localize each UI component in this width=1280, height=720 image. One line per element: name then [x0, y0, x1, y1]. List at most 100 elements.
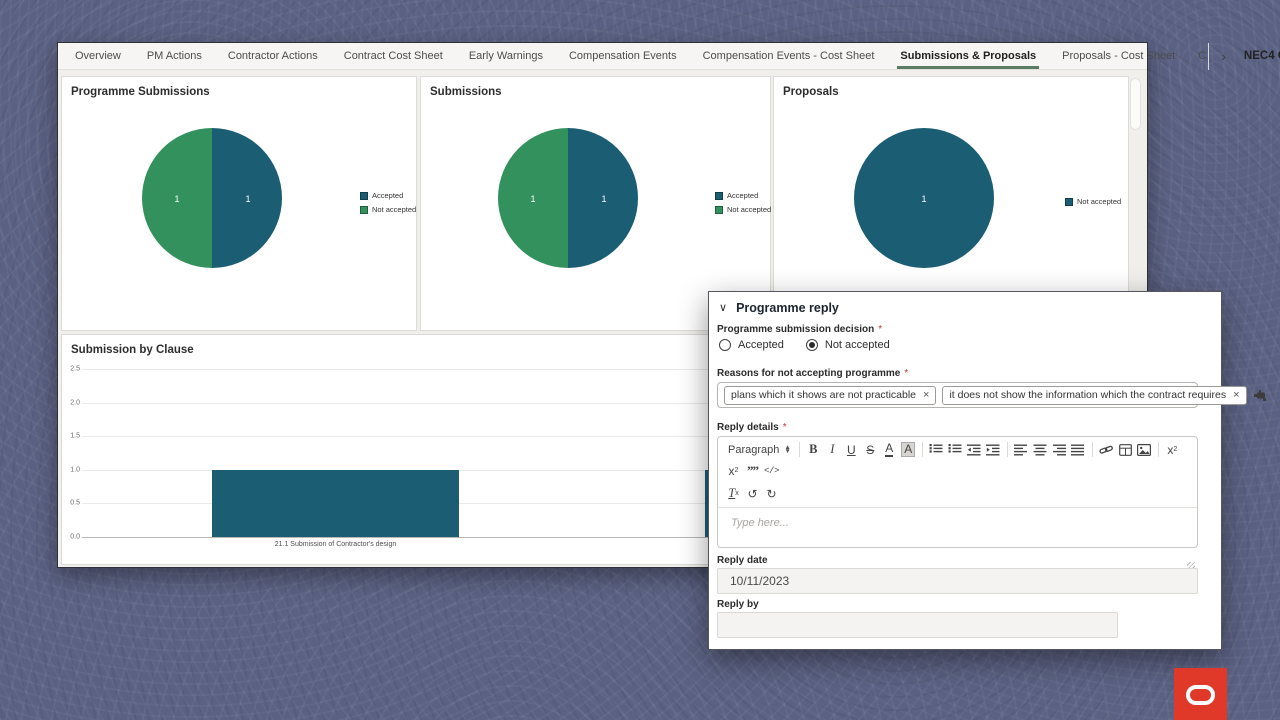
reason-chip-label: plans which it shows are not practicable: [731, 389, 916, 401]
editor-toolbar: Paragraph▲▼BIUSAAx2x2””</>Tx↺↻: [718, 437, 1197, 508]
legend-label: Not accepted: [1077, 197, 1121, 206]
bg-color-icon[interactable]: A: [899, 440, 918, 459]
toolbar-separator: [799, 442, 800, 457]
legend-item: Accepted: [715, 191, 771, 200]
legend-swatch: [715, 206, 723, 214]
paragraph-style-select[interactable]: Paragraph▲▼: [724, 444, 795, 456]
underline-icon[interactable]: U: [842, 440, 861, 459]
legend-item: Not accepted: [360, 205, 416, 214]
align-left-icon[interactable]: [1012, 440, 1031, 459]
decision-field-label: Programme submission decision*: [717, 323, 882, 335]
align-justify-icon[interactable]: [1069, 440, 1088, 459]
legend-item: Not accepted: [1065, 197, 1121, 206]
tab-compensation-events-cost-sheet[interactable]: Compensation Events - Cost Sheet: [690, 43, 888, 69]
reason-chip[interactable]: plans which it shows are not practicable…: [724, 386, 936, 405]
y-axis-tick: 2.5: [64, 366, 80, 373]
programme-reply-dialog: ∨ Programme reply Programme submission d…: [708, 291, 1222, 650]
numbered-list-icon[interactable]: [946, 440, 965, 459]
select-reasons-icon[interactable]: [1253, 389, 1268, 402]
legend-item: Not accepted: [715, 205, 771, 214]
tab-contract-cost-sheet[interactable]: Contract Cost Sheet: [331, 43, 456, 69]
table-icon[interactable]: [1116, 440, 1135, 459]
toolbar-separator: [1092, 442, 1093, 457]
subscript-icon[interactable]: x2: [1163, 440, 1182, 459]
svg-text:1: 1: [530, 194, 535, 204]
align-right-icon[interactable]: [1050, 440, 1069, 459]
reply-details-field-label: Reply details*: [717, 421, 787, 433]
italic-icon[interactable]: I: [823, 440, 842, 459]
dialog-header: ∨ Programme reply: [719, 301, 839, 315]
required-asterisk: *: [783, 422, 787, 433]
tab-compensation-events[interactable]: Compensation Events: [556, 43, 690, 69]
y-axis-tick: 0.0: [64, 534, 80, 541]
tabs-overflow-chevron-icon[interactable]: ›: [1211, 43, 1236, 70]
reason-chip[interactable]: it does not show the information which t…: [942, 386, 1246, 405]
dialog-title: Programme reply: [736, 301, 839, 315]
x-axis-label: 21.1 Submission of Contractor's design: [275, 541, 397, 548]
svg-text:1: 1: [245, 194, 250, 204]
legend-swatch: [715, 192, 723, 200]
blockquote-icon[interactable]: ””: [743, 461, 762, 480]
superscript-icon[interactable]: x2: [724, 461, 743, 480]
editor-text-area[interactable]: Type here...: [718, 508, 1197, 572]
context-selector-label[interactable]: NEC4 Contract: [1244, 50, 1280, 62]
tab-submissions-proposals[interactable]: Submissions & Proposals: [887, 43, 1049, 69]
reply-by-input[interactable]: [717, 612, 1118, 638]
card-programme-submissions: Programme Submissions 11 AcceptedNot acc…: [61, 76, 417, 331]
tab-bar-right: › NEC4 Contract ••• ▾: [1206, 43, 1280, 69]
align-center-icon[interactable]: [1031, 440, 1050, 459]
toolbar-separator: [1158, 442, 1159, 457]
submissions-pie-chart: 11: [488, 118, 648, 278]
legend-label: Accepted: [727, 191, 758, 200]
remove-chip-icon[interactable]: ×: [923, 389, 929, 401]
reasons-field-label: Reasons for not accepting programme*: [717, 367, 908, 379]
image-icon[interactable]: [1135, 440, 1154, 459]
vertical-scrollbar-thumb[interactable]: [1130, 78, 1141, 130]
undo-icon[interactable]: ↺: [743, 484, 762, 503]
legend-swatch: [360, 192, 368, 200]
tab-proposals-cost-sheet[interactable]: Proposals - Cost Sheet: [1049, 43, 1188, 69]
outdent-icon[interactable]: [965, 440, 984, 459]
clear-format-icon[interactable]: Tx: [724, 484, 743, 503]
tab-pm-actions[interactable]: PM Actions: [134, 43, 215, 69]
collapse-chevron-icon[interactable]: ∨: [719, 303, 727, 314]
tab-clipped[interactable]: C: [1188, 43, 1206, 69]
code-icon[interactable]: </>: [762, 461, 781, 480]
bullet-list-icon[interactable]: [927, 440, 946, 459]
svg-text:1: 1: [174, 194, 179, 204]
radio-accepted[interactable]: Accepted: [719, 339, 784, 351]
y-axis-tick: 2.0: [64, 399, 80, 406]
decision-radio-group: Accepted Not accepted: [719, 339, 890, 351]
bold-icon[interactable]: B: [804, 440, 823, 459]
proposals-pie-chart: 1: [844, 118, 1004, 278]
radio-not-accepted[interactable]: Not accepted: [806, 339, 890, 351]
text-color-icon[interactable]: A: [880, 440, 899, 459]
reply-date-label: Reply date: [717, 554, 768, 566]
remove-chip-icon[interactable]: ×: [1233, 389, 1239, 401]
reply-date-input[interactable]: 10/11/2023: [717, 568, 1198, 594]
radio-circle-icon: [719, 339, 731, 351]
tab-overview[interactable]: Overview: [62, 43, 134, 69]
rich-text-editor: Paragraph▲▼BIUSAAx2x2””</>Tx↺↻ Type here…: [717, 436, 1198, 548]
reason-chip-label: it does not show the information which t…: [949, 389, 1226, 401]
svg-text:1: 1: [921, 194, 926, 204]
legend-label: Not accepted: [727, 205, 771, 214]
legend-swatch: [360, 206, 368, 214]
oracle-logo: [1174, 668, 1227, 720]
programme-submissions-pie-chart: 11: [132, 118, 292, 278]
redo-icon[interactable]: ↻: [762, 484, 781, 503]
indent-icon[interactable]: [984, 440, 1003, 459]
y-axis-tick: 1.5: [64, 433, 80, 440]
tab-early-warnings[interactable]: Early Warnings: [456, 43, 556, 69]
link-icon[interactable]: [1097, 440, 1116, 459]
reply-by-label: Reply by: [717, 598, 759, 610]
y-axis-tick: 0.5: [64, 500, 80, 507]
editor-placeholder: Type here...: [731, 517, 789, 529]
legend-label: Not accepted: [372, 205, 416, 214]
legend-item: Accepted: [360, 191, 416, 200]
chart-legend: Accepted Not accepted: [360, 191, 416, 214]
bar-1: [212, 470, 459, 537]
reasons-multiselect-field[interactable]: plans which it shows are not practicable…: [717, 382, 1198, 408]
strikethrough-icon[interactable]: S: [861, 440, 880, 459]
tab-contractor-actions[interactable]: Contractor Actions: [215, 43, 331, 69]
